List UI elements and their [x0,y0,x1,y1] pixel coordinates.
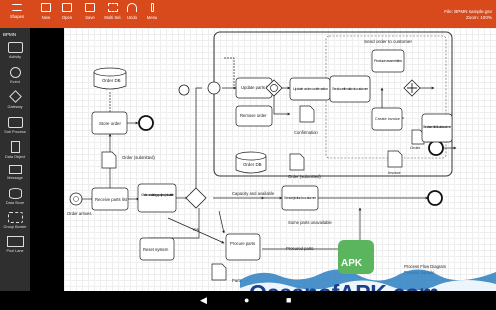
shapes-button[interactable]: Shapes [4,3,30,27]
menu-icon [12,4,22,11]
palette-item-label: Message [7,176,23,180]
task-label: Update order confirmation [293,86,328,91]
recents-icon[interactable]: ■ [286,295,291,305]
task-remove-order[interactable]: Remove order [235,105,273,127]
order-db-store[interactable]: Order DB [93,67,127,90]
shape-palette: BPMN Activity Event Gateway Sub Process … [0,28,30,296]
palette-item-data-object[interactable]: Data Object [0,141,30,159]
palette-title: BPMN [3,32,17,37]
task-receive-parts[interactable]: Receive parts list [91,187,129,211]
task-check-manufacturing[interactable]: Check manufacturing capacity and parts a… [137,183,177,213]
order-submitted-object[interactable]: Order (submitted) [101,151,155,169]
group-title: Send order to customer [364,39,412,44]
shapes-label: Shapes [9,14,25,19]
palette-item-label: Sub Process [4,130,26,134]
app-toolbar: Shapes New Open Save Multi Sel. Undo Men… [0,0,496,28]
task-label: Produce assemblies [374,59,402,63]
task-label: Create invoice [375,116,400,121]
parts-data-object[interactable]: Parts [211,263,242,283]
task-label: Reset system [143,247,169,252]
order-small-label: Order [410,145,421,150]
task-label: Store order [99,121,122,126]
file-info: File: BPMN sample.gsv Zoom: 100% [444,9,492,21]
task-update-order[interactable]: Update order confirmation [289,77,331,101]
save-icon [85,3,95,12]
system-navigation-bar: ◀ ● ■ [0,291,496,310]
task-label: Send rejection to customer [284,196,317,200]
yes-label: Yes [192,227,199,232]
sub-process-start-event[interactable] [207,81,221,95]
start-event[interactable] [69,192,83,206]
pool-lane-shape-icon [6,236,24,247]
open-folder-icon [62,3,72,12]
confirmation-object[interactable]: Confirmation [294,105,318,135]
palette-item-label: Group Border [3,225,27,229]
undo-icon [127,3,137,12]
gateway-shape-icon [8,90,22,103]
capacity-label: Capacity and available [232,191,275,196]
task-reset-system[interactable]: Reset system [139,237,175,261]
order-submitted-label: Order (submitted) [122,155,155,160]
multi-select-icon [108,3,118,12]
task-label: Send confirmation to customer [332,87,369,91]
activity-shape-icon [7,42,23,53]
task-label: Send assemblies & invoice to customer [423,125,452,129]
task-label: Receive parts list [95,197,128,202]
order-db-label: Order DB [102,78,121,83]
palette-item-label: Event [10,80,20,84]
group-border-shape-icon [7,212,23,223]
event-shape-icon [9,67,21,78]
menu-button[interactable]: Menu [139,3,165,27]
overflow-menu-icon [150,3,154,12]
palette-item-activity[interactable]: Activity [0,42,30,59]
task-store-order[interactable]: Store order [91,111,128,135]
zoom-level: Zoom: 100% [465,15,492,20]
palette-item-label: Data Store [5,201,25,205]
back-icon[interactable]: ◀ [200,295,207,306]
new-file-icon [41,3,51,12]
palette-item-group-border[interactable]: Group Border [0,212,30,229]
palette-item-message[interactable]: Message [0,165,30,180]
palette-item-sub-process[interactable]: Sub Process [0,117,30,134]
palette-item-label: Data Object [4,155,26,159]
task-send-rejection[interactable]: Send rejection to customer [281,185,319,211]
data-store-shape-icon [8,188,22,199]
palette-item-label: Gateway [7,105,23,109]
palette-item-data-store[interactable]: Data Store [0,188,30,205]
gateway-parallel-right[interactable] [403,79,421,97]
order-submitted-2-label: Order (submitted) [288,174,321,179]
task-send-confirmation[interactable]: Send confirmation to customer [329,75,371,103]
menu-label: Menu [146,15,158,20]
order-submitted-object-2[interactable]: Order (submitted) [288,153,321,179]
palette-item-gateway[interactable]: Gateway [0,90,30,109]
palette-item-event[interactable]: Event [0,67,30,84]
intermediate-event[interactable] [178,84,190,96]
palette-item-label: Pool Lane [6,249,24,253]
invoice-object[interactable]: Invoice [387,150,403,175]
invoice-label: Invoice [388,170,401,175]
task-produce-assemblies[interactable]: Produce assemblies [371,49,405,73]
end-event[interactable] [138,115,154,131]
palette-item-label: Activity [8,55,22,59]
order-db-2-label: Order DB [243,162,262,167]
order-arrives-label: Order arrives [67,211,91,216]
home-icon[interactable]: ● [244,295,249,305]
sub-process-end-event[interactable] [428,140,444,156]
confirmation-label: Confirmation [294,130,318,135]
task-label: Check manufacturing capacity and parts a… [141,193,174,197]
end-event-right[interactable] [427,190,443,206]
apk-badge-text: APK [341,258,363,269]
task-send-assemblies[interactable]: Send assemblies & invoice to customer [421,113,453,143]
palette-item-pool-lane[interactable]: Pool Lane [0,236,30,253]
gateway-exclusive[interactable] [185,187,207,209]
task-create-invoice[interactable]: Create invoice [371,107,403,131]
sub-process-shape-icon [7,117,23,128]
message-shape-icon [8,165,22,174]
order-db-store-2[interactable]: Order DB [235,151,267,174]
data-object-shape-icon [10,141,20,153]
task-label: Remove order [240,113,267,118]
